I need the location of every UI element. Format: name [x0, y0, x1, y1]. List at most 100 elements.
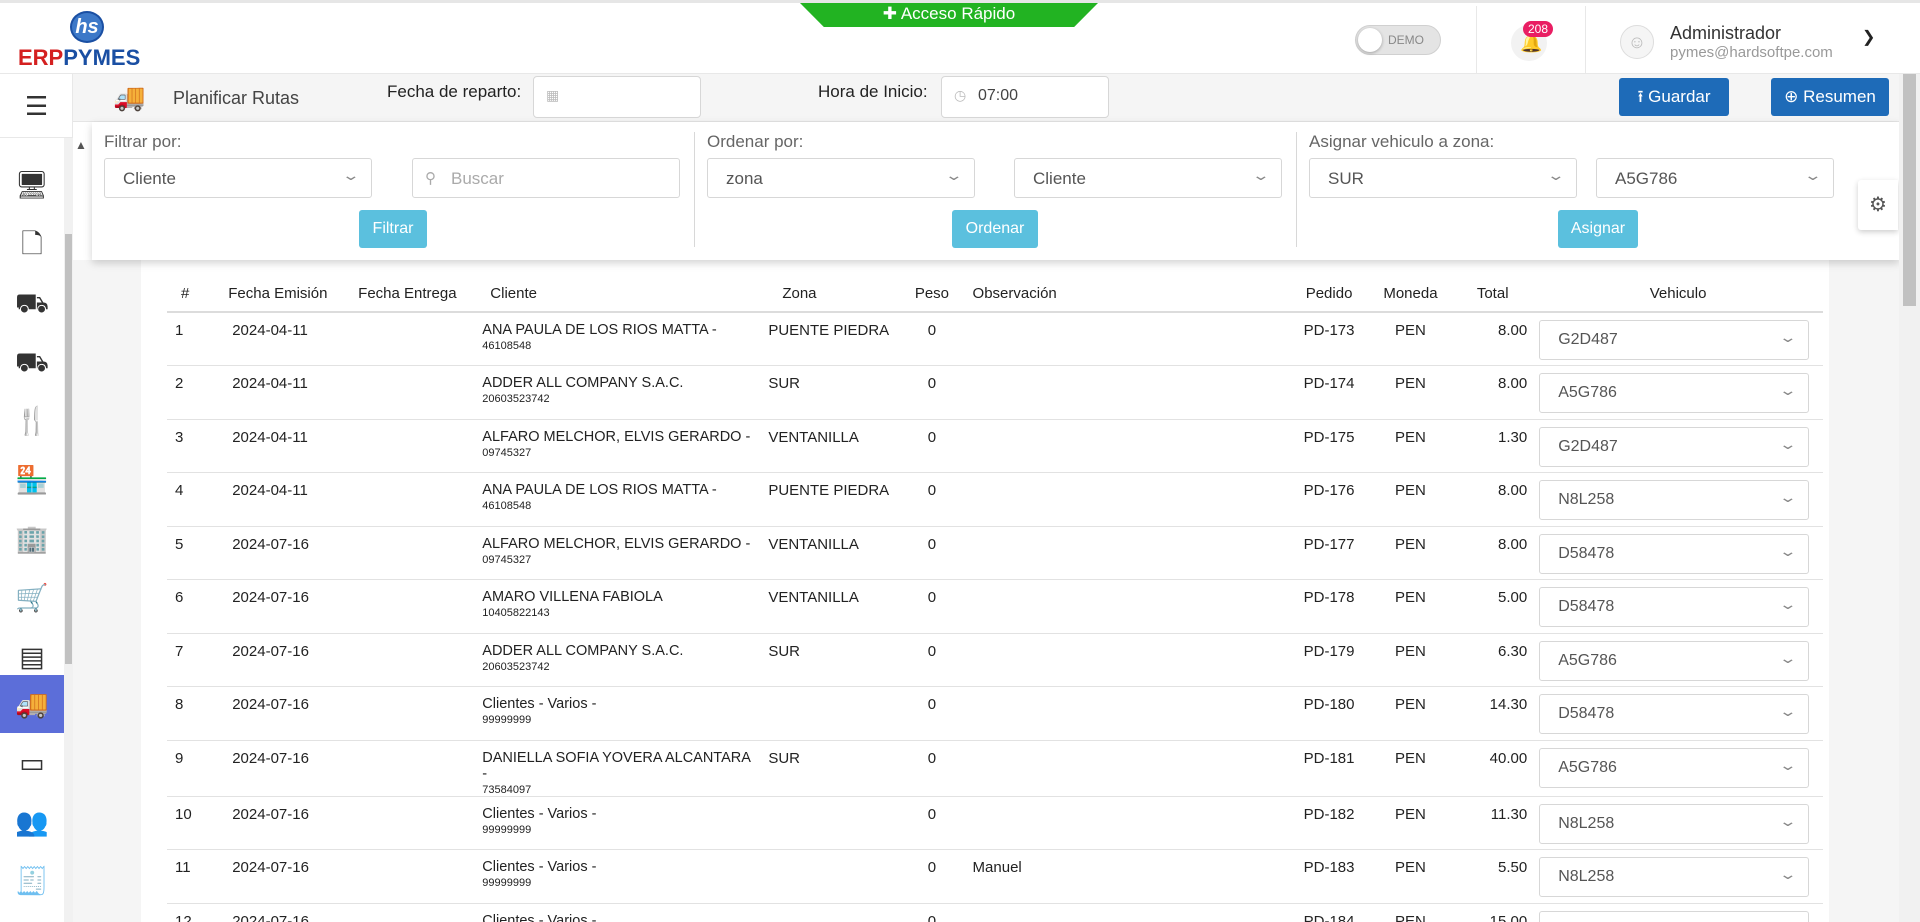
assign-zone-select[interactable]: SUR ⌄ [1309, 158, 1577, 198]
app-logo[interactable]: hs ERPPYMES [18, 11, 163, 70]
monitor-icon[interactable]: 🖥 [0, 156, 64, 214]
vehicle-select[interactable]: N8L258 ⌄ [1539, 803, 1810, 844]
order-number: PD-174 [1303, 375, 1355, 392]
vehicle-select[interactable]: N8L258 ⌄ [1539, 857, 1810, 897]
store-icon[interactable]: 🏪 [0, 451, 64, 509]
vehicle-select[interactable]: A5G786 ⌄ [1539, 373, 1810, 413]
vehicle-select[interactable]: G2D487 ⌄ [1539, 426, 1810, 467]
vehicle-select[interactable]: D58478 ⌄ [1539, 587, 1810, 627]
building-icon[interactable]: 🏢 [0, 510, 64, 568]
client-cell: Clientes - Varios - [476, 903, 762, 922]
document-icon[interactable]: 🗋 [0, 215, 64, 273]
table-row: 4 2024-04-11 ANA PAULA DE LOS RIOS MATTA -… [167, 473, 1823, 526]
divider [1585, 6, 1586, 76]
delivery-date [352, 419, 476, 473]
shipping-alt-icon[interactable]: ⛟ [0, 333, 64, 391]
users-icon[interactable]: 👥 [0, 793, 64, 851]
scroll-up-icon[interactable]: ▲ [75, 138, 87, 152]
order-number: PD-180 [1303, 696, 1355, 713]
issue-date: 2024-07-16 [232, 912, 309, 922]
currency: PEN [1395, 912, 1426, 922]
issue-date: 2024-07-16 [232, 589, 309, 606]
order-by-label: Ordenar por: [707, 132, 804, 151]
vehicle-select[interactable]: ⌄ [1539, 910, 1810, 922]
card-icon[interactable]: ▭ [0, 734, 64, 792]
issue-date: 2024-07-16 [232, 859, 309, 876]
settings-gears-icon[interactable]: ⚙ [1858, 180, 1898, 230]
hamburger-menu-icon[interactable]: ☰ [0, 74, 73, 138]
chevron-down-icon: ⌄ [1778, 489, 1798, 505]
filter-field-select[interactable]: Cliente ⌄ [104, 158, 372, 198]
client-name: ALFARO MELCHOR, ELVIS GERARDO - [482, 428, 751, 445]
search-input[interactable]: ⚲ Buscar [412, 158, 680, 198]
vehicle-select[interactable]: G2D487 ⌄ [1539, 320, 1810, 360]
assign-button[interactable]: Asignar [1558, 210, 1638, 248]
order-secondary-select[interactable]: Cliente ⌄ [1014, 158, 1282, 198]
row-number: 6 [175, 589, 184, 606]
col-header: Cliente [476, 276, 763, 313]
chevron-down-icon: ⌄ [1778, 812, 1798, 829]
vehicle-select[interactable]: D58478 ⌄ [1539, 694, 1810, 734]
zone [762, 903, 897, 922]
row-number: 8 [175, 696, 184, 713]
filter-button[interactable]: Filtrar [359, 210, 427, 248]
client-cell: Clientes - Varios -99999999 [476, 796, 762, 850]
vehicle-select[interactable]: D58478 ⌄ [1539, 533, 1810, 574]
page-scrollbar[interactable] [1899, 74, 1920, 922]
chevron-down-icon[interactable]: ❯ [1862, 27, 1875, 47]
observation: Manuel [972, 859, 1022, 876]
order-button[interactable]: Ordenar [952, 210, 1038, 248]
user-name[interactable]: Administrador [1670, 23, 1781, 44]
issue-date: 2024-07-16 [232, 642, 309, 660]
table-row: 1 2024-04-11 ANA PAULA DE LOS RIOS MATTA -… [167, 312, 1823, 366]
total: 6.30 [1497, 642, 1528, 660]
weight: 0 [927, 859, 937, 876]
logo-mark: hs [70, 11, 104, 43]
order-number: PD-173 [1303, 322, 1355, 339]
assign-label: Asignar vehiculo a zona: [1309, 132, 1495, 151]
scroll-thumb[interactable] [65, 234, 72, 664]
save-button[interactable]: ⭱ Guardar [1619, 78, 1729, 116]
summary-button[interactable]: ⊕ Resumen [1771, 78, 1889, 116]
total: 40.00 [1489, 749, 1528, 767]
zone: VENTANILLA [768, 535, 859, 553]
receipt-icon[interactable]: 🧾 [0, 852, 64, 910]
col-header: Fecha Emisión [222, 276, 353, 313]
client-document: 46108548 [482, 500, 532, 512]
currency: PEN [1395, 428, 1426, 446]
col-header: Peso [897, 276, 967, 313]
observation [967, 687, 1290, 741]
total: 8.00 [1497, 482, 1528, 499]
quick-access-button[interactable]: ✚ Acceso Rápido [800, 3, 1098, 27]
truck-icon[interactable]: 🚚 [0, 675, 64, 733]
client-name: DANIELLA SOFIA YOVERA ALCANTARA - [482, 749, 751, 782]
client-cell: Clientes - Varios -99999999 [476, 687, 762, 741]
demo-label: DEMO [1388, 33, 1424, 47]
chevron-down-icon: ⌄ [1778, 703, 1798, 719]
total: 14.30 [1489, 696, 1528, 713]
scroll-thumb[interactable] [1903, 74, 1916, 306]
order-field-select[interactable]: zona ⌄ [707, 158, 975, 198]
vehicle-select[interactable]: A5G786 ⌄ [1539, 640, 1810, 681]
assign-vehicle-select[interactable]: A5G786 ⌄ [1596, 158, 1834, 198]
issue-date: 2024-07-16 [232, 805, 309, 823]
zone [762, 687, 897, 741]
restaurant-icon[interactable]: 🍴 [0, 392, 64, 450]
table-row: 8 2024-07-16 Clientes - Varios - 99999999 0 P… [167, 687, 1823, 741]
delivery-date-input[interactable]: ▦ [533, 76, 701, 118]
shipping-icon[interactable]: ⛟ [0, 274, 64, 332]
vehicle-select[interactable]: A5G786 ⌄ [1539, 747, 1810, 788]
client-cell: ALFARO MELCHOR, ELVIS GERARDO -09745327 [476, 526, 762, 580]
total: 8.00 [1497, 535, 1528, 553]
issue-date: 2024-04-11 [232, 375, 308, 392]
zone [762, 796, 897, 850]
row-number: 5 [175, 535, 184, 553]
demo-toggle[interactable]: DEMO [1355, 25, 1441, 55]
vehicle-select[interactable]: N8L258 ⌄ [1539, 480, 1810, 520]
start-time-input[interactable]: ◷ 07:00 [941, 76, 1109, 118]
sidebar-scrollbar[interactable] [64, 138, 73, 922]
currency: PEN [1395, 535, 1426, 553]
cart-icon[interactable]: 🛒 [0, 569, 64, 627]
order-number: PD-183 [1303, 859, 1355, 876]
avatar[interactable]: ☺ [1620, 25, 1654, 59]
